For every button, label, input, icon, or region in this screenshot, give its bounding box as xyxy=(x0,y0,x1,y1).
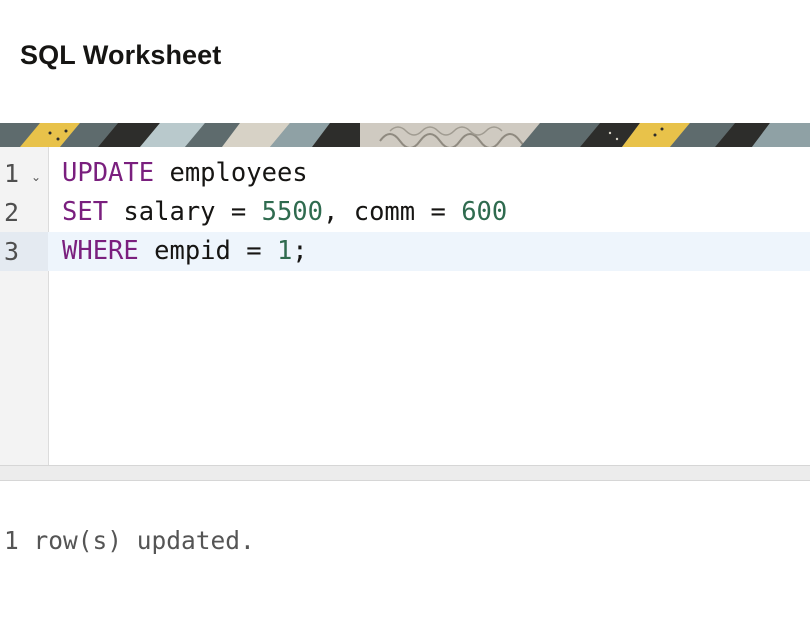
sql-text: salary = xyxy=(108,197,262,227)
code-line-1[interactable]: UPDATE employees xyxy=(62,154,308,193)
sql-text: , comm = xyxy=(323,197,462,227)
sql-number: 5500 xyxy=(261,197,324,227)
line-number: 1 xyxy=(4,159,20,188)
sql-worksheet-page: SQL Worksheet 1 ⌄ 2 3 UPDATE employees S… xyxy=(0,0,810,621)
sql-text: ; xyxy=(292,236,308,266)
sql-text: empid = xyxy=(138,236,277,266)
banner-pattern-icon xyxy=(0,123,810,147)
sql-number: 1 xyxy=(276,236,293,266)
sql-keyword: WHERE xyxy=(62,236,139,266)
chevron-down-icon[interactable]: ⌄ xyxy=(31,171,41,183)
line-number: 2 xyxy=(4,198,20,227)
output-panel: 1 row(s) updated. xyxy=(0,481,810,621)
sql-number: 600 xyxy=(461,197,508,227)
page-title: SQL Worksheet xyxy=(20,40,222,70)
pane-splitter[interactable] xyxy=(0,465,810,481)
code-editor[interactable]: 1 ⌄ 2 3 UPDATE employees SET salary = 55… xyxy=(0,147,810,465)
decorative-banner xyxy=(0,123,810,147)
line-number: 3 xyxy=(4,237,20,266)
code-line-3[interactable]: WHERE empid = 1; xyxy=(62,232,308,271)
sql-keyword: SET xyxy=(62,197,109,227)
sql-text: employees xyxy=(154,158,308,188)
sql-keyword: UPDATE xyxy=(62,158,155,188)
result-message: 1 row(s) updated. xyxy=(4,526,255,555)
code-line-2[interactable]: SET salary = 5500, comm = 600 xyxy=(62,193,507,232)
